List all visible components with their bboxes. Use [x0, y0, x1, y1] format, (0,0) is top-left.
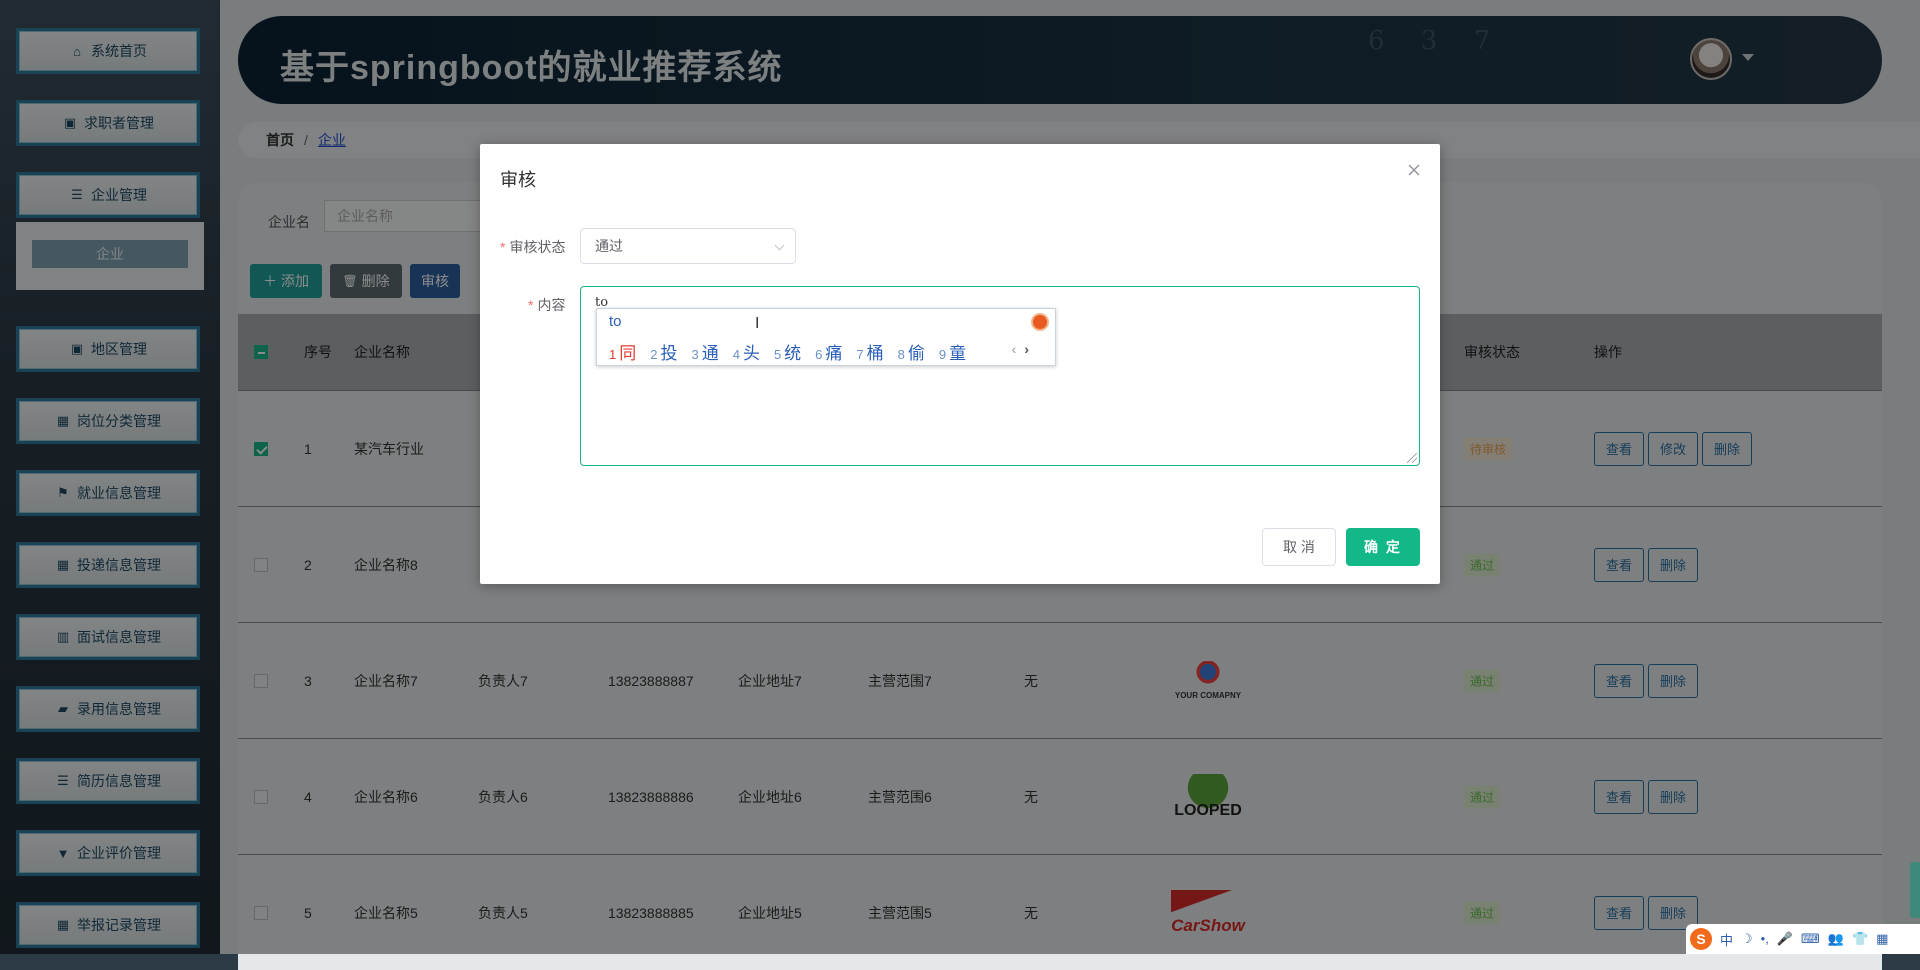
ime-candidates: 1同2投3通4头5统6痛7桶8偷9童	[609, 339, 980, 364]
toolbox-icon[interactable]: ▦	[1876, 931, 1888, 947]
status-select-value: 通过	[595, 238, 623, 254]
ime-next-button[interactable]: ›	[1024, 341, 1029, 357]
ime-candidate[interactable]: 7桶	[856, 339, 883, 364]
ime-candidate[interactable]: 5统	[774, 339, 801, 364]
ime-candidate-number: 5	[773, 347, 782, 362]
resize-grip-icon[interactable]	[1407, 453, 1417, 463]
status-select[interactable]: 通过	[580, 228, 796, 264]
sogou-logo-icon[interactable]: S	[1690, 928, 1712, 950]
chevron-down-icon	[774, 240, 785, 251]
skin-icon[interactable]: 👕	[1852, 931, 1868, 947]
moon-icon[interactable]: ☽	[1741, 931, 1753, 947]
ime-candidate-char: 童	[949, 344, 967, 363]
ime-candidate-char: 通	[701, 344, 719, 363]
ime-candidate[interactable]: 2投	[650, 339, 677, 364]
status-form-label: * 审核状态	[500, 239, 566, 255]
scrollbar-handle[interactable]	[1910, 862, 1920, 918]
ime-composition: to	[609, 313, 622, 330]
confirm-button[interactable]: 确 定	[1346, 528, 1420, 566]
ime-candidate-number: 8	[897, 347, 905, 362]
ime-candidate-char: 偷	[907, 344, 925, 363]
ime-candidate[interactable]: 3通	[691, 339, 718, 364]
ime-candidate[interactable]: 9童	[939, 339, 966, 364]
ime-candidate-number: 9	[938, 347, 947, 362]
ime-candidate-char: 头	[742, 344, 760, 363]
ime-candidate-char: 桶	[866, 344, 884, 363]
ime-language-toggle[interactable]: 中	[1720, 930, 1733, 949]
ime-candidate[interactable]: 4头	[733, 339, 760, 364]
ime-candidate[interactable]: 1同	[609, 339, 636, 364]
ime-skin-icon[interactable]	[1031, 313, 1049, 331]
ime-candidate-char: 统	[784, 344, 802, 363]
ime-candidate[interactable]: 8偷	[898, 339, 925, 364]
cancel-button[interactable]: 取 消	[1262, 528, 1336, 566]
ime-candidate[interactable]: 6痛	[815, 339, 842, 364]
ime-toolbar: S 中 ☽ •, 🎤 ⌨ 👥 👕 ▦	[1686, 924, 1920, 954]
keyboard-icon[interactable]: ⌨	[1801, 931, 1820, 947]
status-label-text: 审核状态	[509, 239, 566, 255]
ime-candidate-number: 3	[691, 347, 699, 362]
ime-candidate-char: 投	[660, 344, 678, 363]
ime-candidate-number: 4	[732, 347, 740, 362]
ime-page-nav: ‹ ›	[1012, 341, 1029, 357]
ime-candidate-number: 6	[815, 347, 823, 362]
text-cursor-icon: I	[755, 315, 760, 332]
microphone-icon[interactable]: 🎤	[1777, 931, 1793, 947]
content-form-label: * 内容	[528, 297, 566, 313]
ime-prev-button[interactable]: ‹	[1012, 341, 1017, 357]
punctuation-icon[interactable]: •,	[1761, 931, 1769, 947]
close-icon[interactable]	[1406, 162, 1422, 178]
ime-candidate-window: to I 1同2投3通4头5统6痛7桶8偷9童 ‹ ›	[596, 308, 1056, 366]
content-label-text: 内容	[537, 297, 566, 313]
ime-candidate-char: 同	[619, 344, 637, 363]
users-icon[interactable]: 👥	[1828, 931, 1844, 947]
ime-candidate-number: 7	[856, 347, 864, 362]
ime-candidate-char: 痛	[825, 344, 843, 363]
ime-candidate-number: 1	[609, 347, 617, 362]
ime-candidate-number: 2	[650, 347, 658, 362]
dialog-title: 审核	[500, 170, 536, 190]
ime-toolbar-items: ☽ •, 🎤 ⌨ 👥 👕 ▦	[1741, 931, 1896, 947]
